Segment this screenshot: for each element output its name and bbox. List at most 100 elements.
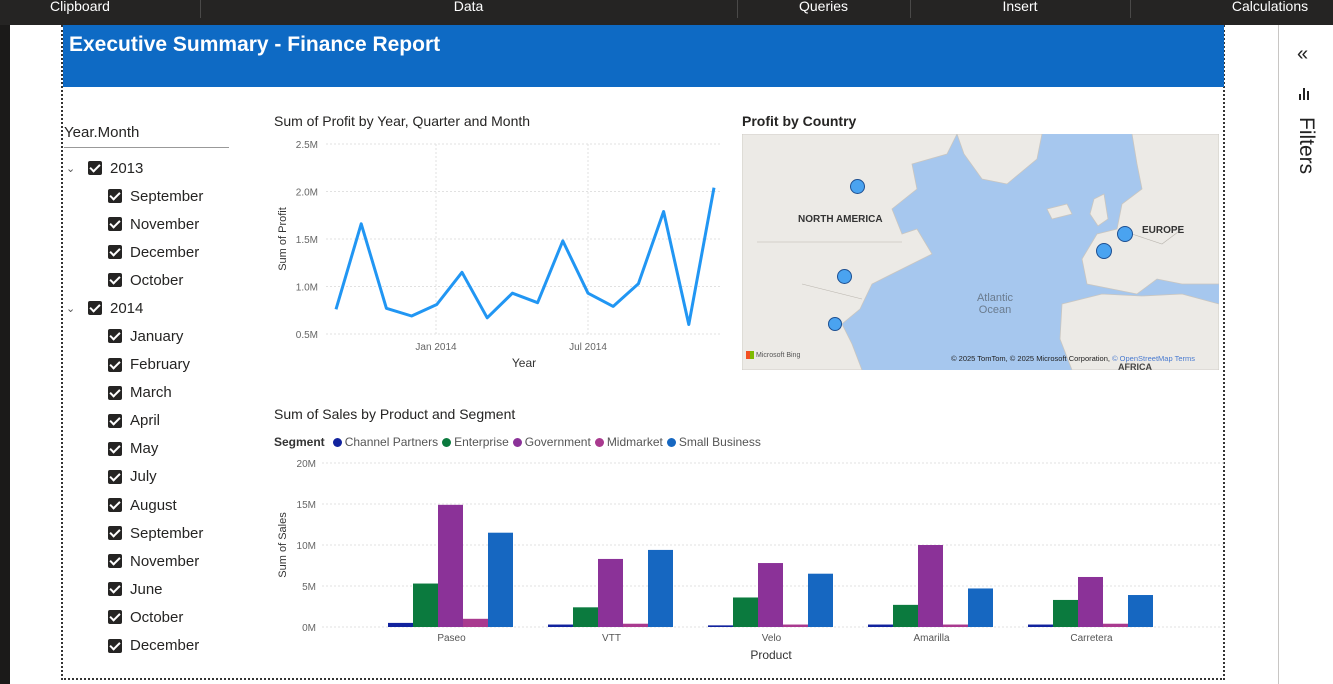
map-bubble-usa[interactable] <box>837 269 852 284</box>
y-tick-label: 2.5M <box>296 140 318 151</box>
slicer-year-2014[interactable]: ⌄ 2014 <box>66 298 143 318</box>
bar-carretera-small-business[interactable] <box>1128 595 1153 627</box>
checkbox[interactable] <box>108 554 122 569</box>
filter-icon[interactable] <box>1299 87 1313 101</box>
slicer-month-label: January <box>130 327 184 345</box>
legend-item[interactable]: Midmarket <box>594 435 663 449</box>
bar-paseo-small-business[interactable] <box>488 532 513 627</box>
y-tick-label: 0.5M <box>296 330 318 341</box>
map-attribution: © 2025 TomTom, © 2025 Microsoft Corporat… <box>951 354 1195 363</box>
checkbox[interactable] <box>108 217 122 232</box>
slicer-month-item[interactable]: September <box>108 523 203 543</box>
legend-item[interactable]: Small Business <box>666 435 761 449</box>
bar-paseo-midmarket[interactable] <box>463 618 488 627</box>
slicer-month-item[interactable]: November <box>108 551 199 571</box>
bar-paseo-enterprise[interactable] <box>413 583 438 627</box>
chevron-down-icon[interactable]: ⌄ <box>66 162 80 175</box>
slicer-month-item[interactable]: November <box>108 214 199 234</box>
x-tick-label: Jul 2014 <box>569 342 607 353</box>
slicer-month-item[interactable]: October <box>108 607 183 627</box>
chevron-down-icon[interactable]: ⌄ <box>66 302 80 315</box>
checkbox[interactable] <box>108 273 122 288</box>
osm-link[interactable]: © OpenStreetMap <box>1112 354 1173 363</box>
slicer-month-item[interactable]: April <box>108 411 160 431</box>
bar-carretera-channel-partners[interactable] <box>1028 624 1053 627</box>
slicer-month-item[interactable]: June <box>108 579 163 599</box>
map-bubble-mexico[interactable] <box>828 317 842 331</box>
map-bubble-germany[interactable] <box>1117 226 1133 242</box>
checkbox[interactable] <box>108 357 122 372</box>
map-bubble-canada[interactable] <box>850 179 865 194</box>
checkbox[interactable] <box>88 161 102 175</box>
map-bubble-france[interactable] <box>1096 243 1112 259</box>
ribbon-group-clipboard[interactable]: Clipboard <box>0 0 160 18</box>
y-tick-label: 20M <box>297 459 316 470</box>
y-tick-label: 0M <box>302 623 316 634</box>
profit-series-line[interactable] <box>334 187 716 326</box>
bar-carretera-enterprise[interactable] <box>1053 599 1078 627</box>
slicer-month-label: October <box>130 608 184 626</box>
ribbon-group-insert[interactable]: Insert <box>910 0 1130 18</box>
double-chevron-left-icon[interactable]: « <box>1297 43 1308 66</box>
legend-dot-icon <box>442 437 452 447</box>
profit-map[interactable]: NORTH AMERICA EUROPE Atlantic Ocean AFRI… <box>742 134 1219 370</box>
checkbox[interactable] <box>108 189 122 203</box>
bar-carretera-government[interactable] <box>1078 576 1103 627</box>
profit-line-chart[interactable]: 2.5M 2.0M 1.5M 1.0M 0.5M Jan 2014 Jul 2014 Year… <box>270 134 730 374</box>
bar-velo-midmarket[interactable] <box>783 624 808 627</box>
slicer-month-item[interactable]: May <box>108 439 158 459</box>
slicer-month-item[interactable]: March <box>108 383 172 403</box>
checkbox[interactable] <box>108 245 122 260</box>
bar-carretera-midmarket[interactable] <box>1103 623 1128 627</box>
checkbox[interactable] <box>108 526 122 541</box>
bar-paseo-government[interactable] <box>438 504 463 627</box>
slicer-month-label: December <box>130 243 200 261</box>
slicer-month-item[interactable]: January <box>108 326 183 346</box>
checkbox[interactable] <box>108 413 122 428</box>
checkbox[interactable] <box>88 301 102 316</box>
checkbox[interactable] <box>108 441 122 456</box>
slicer-divider <box>64 147 229 148</box>
terms-link[interactable]: Terms <box>1175 354 1195 363</box>
legend-item[interactable]: Channel Partners <box>332 435 438 449</box>
slicer-month-item[interactable]: December <box>108 242 199 262</box>
bar-amarilla-small-business[interactable] <box>968 588 993 627</box>
report-title-banner[interactable]: Executive Summary - Finance Report <box>63 25 1224 87</box>
checkbox[interactable] <box>108 469 122 484</box>
slicer-year-2013[interactable]: ⌄ 2013 <box>66 158 143 178</box>
bar-vtt-small-business[interactable] <box>648 549 673 627</box>
slicer-month-item[interactable]: September <box>108 186 203 206</box>
ribbon-group-queries[interactable]: Queries <box>737 0 910 18</box>
checkbox[interactable] <box>108 329 122 344</box>
slicer-month-item[interactable]: August <box>108 495 177 515</box>
bar-amarilla-government[interactable] <box>918 545 943 627</box>
slicer-month-item[interactable]: October <box>108 270 183 290</box>
bar-amarilla-channel-partners[interactable] <box>868 624 893 627</box>
bar-vtt-channel-partners[interactable] <box>548 624 573 627</box>
checkbox[interactable] <box>108 582 122 597</box>
bar-velo-government[interactable] <box>758 563 783 627</box>
slicer-month-item[interactable]: December <box>108 636 199 656</box>
bar-paseo-channel-partners[interactable] <box>388 622 413 627</box>
legend-item[interactable]: Enterprise <box>442 435 509 449</box>
bar-velo-small-business[interactable] <box>808 573 833 627</box>
checkbox[interactable] <box>108 498 122 512</box>
bar-velo-channel-partners[interactable] <box>708 625 733 627</box>
legend-item[interactable]: Government <box>512 435 591 449</box>
checkbox[interactable] <box>108 385 122 400</box>
bar-vtt-enterprise[interactable] <box>573 607 598 627</box>
ribbon-group-data[interactable]: Data <box>200 0 737 18</box>
slicer-month-item[interactable]: July <box>108 467 157 487</box>
bar-vtt-government[interactable] <box>598 558 623 627</box>
bar-amarilla-enterprise[interactable] <box>893 604 918 627</box>
filters-label[interactable]: Filters <box>1294 117 1318 174</box>
bar-velo-enterprise[interactable] <box>733 597 758 627</box>
checkbox[interactable] <box>108 610 122 625</box>
checkbox[interactable] <box>108 638 122 653</box>
bar-vtt-midmarket[interactable] <box>623 623 648 627</box>
slicer-month-item[interactable]: February <box>108 355 190 375</box>
sales-bar-chart[interactable]: 20M 15M 10M 5M 0M Sum of Sales Paseo VTT Velo Ama… <box>270 452 1230 667</box>
bar-amarilla-midmarket[interactable] <box>943 624 968 627</box>
ribbon-group-calculations[interactable]: Calculations <box>1190 0 1333 18</box>
slicer-month-label: March <box>130 384 172 402</box>
